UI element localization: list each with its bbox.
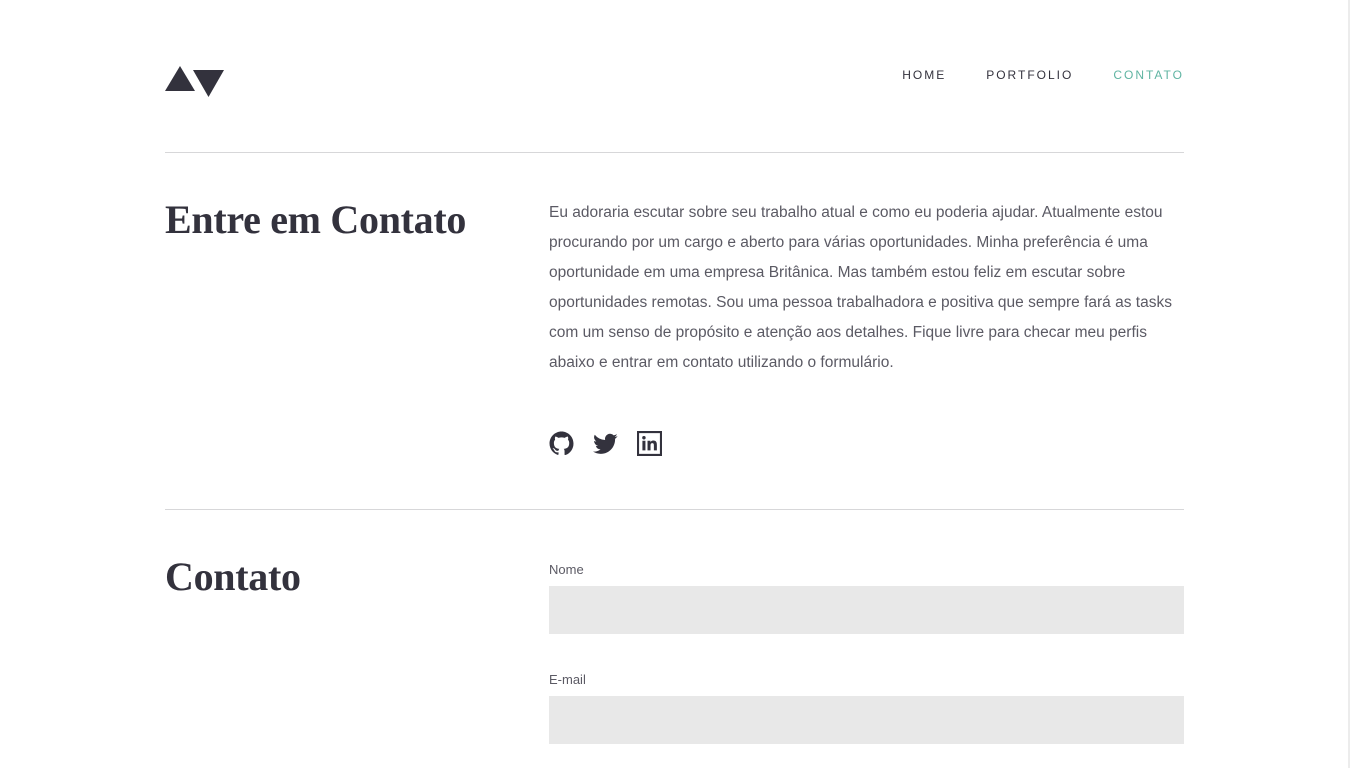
page: HOME PORTFOLIO CONTATO Entre em Contato … [0,0,1350,768]
nav-contato-link[interactable]: CONTATO [1113,68,1184,82]
twitter-icon[interactable] [593,431,618,456]
name-input[interactable] [549,586,1184,634]
email-field-group: E-mail [549,672,1184,744]
github-icon[interactable] [549,431,574,456]
social-links [549,431,662,456]
intro-text: Eu adoraria escutar sobre seu trabalho a… [549,204,1172,371]
linkedin-icon[interactable] [637,431,662,456]
email-input[interactable] [549,696,1184,744]
contact-form: Nome E-mail [549,562,1184,768]
name-label: Nome [549,562,584,577]
main-nav: HOME PORTFOLIO CONTATO [902,68,1184,82]
contact-title: Contato [165,554,301,599]
email-label: E-mail [549,672,586,687]
nav-home-link[interactable]: HOME [902,68,946,82]
name-field-group: Nome [549,562,1184,634]
nav-portfolio-link[interactable]: PORTFOLIO [986,68,1073,82]
logo-icon[interactable] [165,65,225,97]
section-divider [165,509,1184,510]
header-divider [165,152,1184,153]
site-header: HOME PORTFOLIO CONTATO [165,60,1184,100]
intro-title: Entre em Contato [165,197,467,242]
